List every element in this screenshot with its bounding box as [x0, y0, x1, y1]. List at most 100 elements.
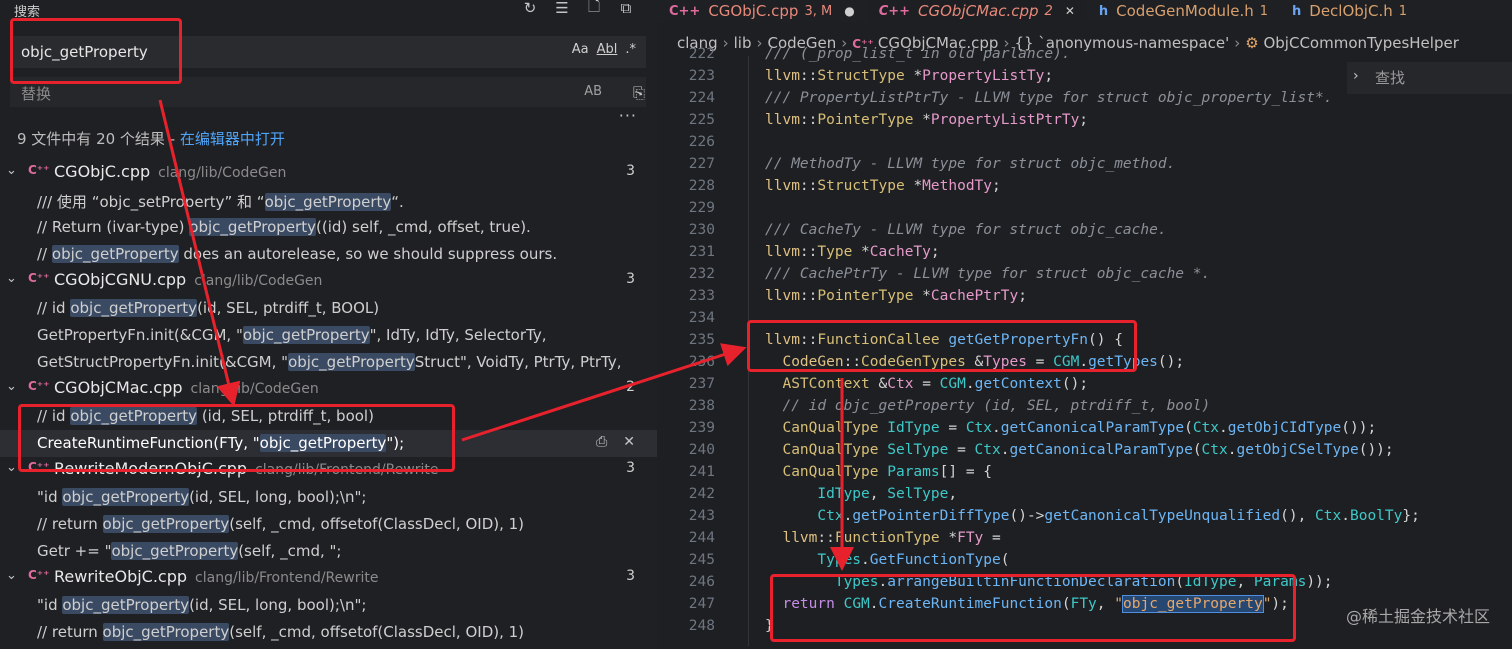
result-match-row[interactable]: "id objc_getProperty(id, SEL, long, bool… — [0, 592, 657, 619]
replace-icon[interactable]: ⎙ — [596, 434, 607, 450]
code-text[interactable]: // MethodTy - LLVM type for struct objc_… — [765, 156, 1175, 172]
code-line[interactable]: 232 /// CachePtrTy - LLVM type for struct… — [657, 266, 1512, 288]
result-match-text[interactable]: // objc_getProperty does an autorelease,… — [37, 245, 557, 263]
result-match-text[interactable]: // Return (ivar-type) objc_getProperty((… — [37, 218, 531, 236]
chevron-down-icon[interactable]: ⌄ — [6, 163, 17, 178]
result-match-row[interactable]: GetPropertyFn.init(&CGM, "objc_getProper… — [0, 322, 657, 349]
result-match-text[interactable]: "id objc_getProperty(id, SEL, long, bool… — [37, 488, 366, 506]
more-actions-icon[interactable]: ··· — [619, 106, 637, 125]
result-match-text[interactable]: Getr += "objc_getProperty(self, _cmd, "; — [37, 542, 341, 560]
code-text[interactable]: llvm::StructType *MethodTy; — [765, 178, 1001, 194]
code-text[interactable]: llvm::FunctionType *FTy = — [765, 530, 1000, 546]
result-match-text[interactable]: /// 使用 “objc_setProperty” 和 “objc_getPro… — [37, 191, 404, 212]
editor-tab[interactable]: h CodeGenModule.h 1 — [1087, 0, 1280, 22]
code-text[interactable]: // id objc_getProperty (id, SEL, ptrdiff… — [765, 398, 1210, 414]
regex-icon[interactable]: .* — [625, 42, 636, 57]
chevron-down-icon[interactable]: ⌄ — [6, 568, 17, 583]
modified-dot-icon[interactable]: ● — [844, 4, 854, 18]
code-text[interactable]: llvm::Type *CacheTy; — [765, 244, 940, 260]
result-file-row[interactable]: ⌄ C⁺⁺ CGObjCGNU.cpp clang/lib/CodeGen 3 — [0, 268, 657, 295]
code-text[interactable]: Types.GetFunctionType( — [765, 552, 1009, 568]
code-line[interactable]: 240 CanQualType SelType = Ctx.getCanonic… — [657, 442, 1512, 464]
code-text[interactable]: llvm::PointerType *PropertyListPtrTy; — [765, 112, 1088, 128]
result-file-name[interactable]: CGObjC.cpp clang/lib/CodeGen — [54, 162, 286, 181]
code-text[interactable]: CanQualType IdType = Ctx.getCanonicalPar… — [765, 420, 1376, 436]
code-line[interactable]: 238 // id objc_getProperty (id, SEL, ptr… — [657, 398, 1512, 420]
line-number: 237 — [688, 376, 715, 392]
match-whole-word-icon[interactable]: Abl — [597, 42, 618, 57]
close-icon[interactable]: ✕ — [623, 434, 635, 450]
result-match-row[interactable]: // id objc_getProperty(id, SEL, ptrdiff_… — [0, 295, 657, 322]
editor-tab[interactable]: h DeclObjC.h 1 — [1280, 0, 1419, 22]
code-line[interactable]: 239 CanQualType IdType = Ctx.getCanonica… — [657, 420, 1512, 442]
code-line[interactable]: 243 Ctx.getPointerDiffType()->getCanonic… — [657, 508, 1512, 530]
close-tab-icon[interactable]: ✕ — [1065, 4, 1075, 18]
code-line[interactable]: 231 llvm::Type *CacheTy; — [657, 244, 1512, 266]
code-line[interactable]: 229 — [657, 200, 1512, 222]
code-text[interactable]: ASTContext &Ctx = CGM.getContext(); — [765, 376, 1088, 392]
replace-all-icon[interactable]: ⎘ — [633, 84, 645, 102]
code-text[interactable]: CanQualType Params[] = { — [765, 464, 992, 480]
result-match-text[interactable]: // return objc_getProperty(self, _cmd, o… — [37, 515, 524, 533]
editor-tab[interactable]: C++ CGObjC.cpp 3, M ● — [657, 0, 867, 22]
result-match-row[interactable]: Getr += "objc_getProperty(self, _cmd, "; — [0, 538, 657, 565]
code-text[interactable]: /// (_prop_list_t in old parlance). — [765, 46, 1071, 62]
clear-results-icon[interactable]: ☰ — [551, 0, 573, 19]
refresh-icon[interactable]: ↻ — [519, 0, 541, 19]
code-text[interactable]: /// CacheTy - LLVM type for struct objc_… — [765, 222, 1167, 238]
tab-file-name[interactable]: CGObjCMac.cpp — [918, 2, 1039, 20]
code-text[interactable]: CanQualType SelType = Ctx.getCanonicalPa… — [765, 442, 1393, 458]
result-match-row[interactable]: // return objc_getProperty(self, _cmd, o… — [0, 619, 657, 646]
code-text[interactable]: Ctx.getPointerDiffType()->getCanonicalTy… — [765, 508, 1419, 524]
result-match-row[interactable]: // return objc_getProperty(self, _cmd, o… — [0, 511, 657, 538]
code-line[interactable]: 225 llvm::PointerType *PropertyListPtrTy; — [657, 112, 1512, 134]
result-file-name[interactable]: CGObjCGNU.cpp clang/lib/CodeGen — [54, 270, 322, 289]
collapse-all-icon[interactable]: ⧉ — [615, 0, 637, 19]
code-line[interactable]: 241 CanQualType Params[] = { — [657, 464, 1512, 486]
preserve-case-icon[interactable]: AB — [584, 84, 602, 99]
new-search-editor-icon[interactable]: 🗋 — [583, 0, 605, 19]
tab-file-name[interactable]: CodeGenModule.h — [1116, 2, 1254, 20]
code-text[interactable]: llvm::PointerType *CachePtrTy; — [765, 288, 1027, 304]
chevron-down-icon[interactable]: ⌄ — [6, 460, 17, 475]
code-line[interactable]: 228 llvm::StructType *MethodTy; — [657, 178, 1512, 200]
chevron-down-icon[interactable]: ⌄ — [6, 271, 17, 286]
code-text[interactable]: llvm::StructType *PropertyListTy; — [765, 68, 1053, 84]
result-file-row[interactable]: ⌄ C⁺⁺ CGObjCMac.cpp clang/lib/CodeGen 2 — [0, 376, 657, 403]
code-text[interactable]: IdType, SelType, — [765, 486, 957, 502]
editor-tab[interactable]: C++ CGObjCMac.cpp 2 ✕ — [866, 0, 1087, 22]
result-file-name[interactable]: RewriteObjC.cpp clang/lib/Frontend/Rewrit… — [54, 567, 378, 586]
result-file-name[interactable]: CGObjCMac.cpp clang/lib/CodeGen — [54, 378, 319, 397]
code-line[interactable]: 233 llvm::PointerType *CachePtrTy; — [657, 288, 1512, 310]
result-match-text[interactable]: GetPropertyFn.init(&CGM, "objc_getProper… — [37, 326, 546, 344]
match-case-icon[interactable]: Aa — [572, 42, 589, 57]
chevron-right-icon[interactable]: › — [1353, 68, 1359, 84]
result-match-row[interactable]: /// 使用 “objc_setProperty” 和 “objc_getPro… — [0, 187, 657, 214]
code-line[interactable]: 226 — [657, 134, 1512, 156]
result-match-row[interactable]: // objc_getProperty does an autorelease,… — [0, 241, 657, 268]
result-file-row[interactable]: ⌄ C⁺⁺ RewriteObjC.cpp clang/lib/Frontend/Re… — [0, 565, 657, 592]
result-match-row[interactable]: GetStructPropertyFn.init(&CGM, "objc_get… — [0, 349, 657, 376]
code-line[interactable]: 227 // MethodTy - LLVM type for struct ob… — [657, 156, 1512, 178]
result-match-text[interactable]: // id objc_getProperty(id, SEL, ptrdiff_… — [37, 299, 379, 317]
tab-file-name[interactable]: CGObjC.cpp — [708, 2, 798, 20]
code-line[interactable]: 237 ASTContext &Ctx = CGM.getContext(); — [657, 376, 1512, 398]
open-in-editor-link[interactable]: 在编辑器中打开 — [180, 130, 285, 148]
result-match-text[interactable]: // return objc_getProperty(self, _cmd, o… — [37, 623, 524, 641]
result-match-text[interactable]: "id objc_getProperty(id, SEL, long, bool… — [37, 596, 366, 614]
chevron-down-icon[interactable]: ⌄ — [6, 379, 17, 394]
result-file-row[interactable]: ⌄ C⁺⁺ CGObjC.cpp clang/lib/CodeGen 3 — [0, 160, 657, 187]
result-match-text[interactable]: GetStructPropertyFn.init(&CGM, "objc_get… — [37, 353, 622, 371]
find-widget[interactable]: › 查找 — [1347, 62, 1512, 94]
code-text[interactable]: /// CachePtrTy - LLVM type for struct ob… — [765, 266, 1210, 282]
tab-file-name[interactable]: DeclObjC.h — [1309, 2, 1392, 20]
code-text[interactable]: /// PropertyListPtrTy - LLVM type for st… — [765, 90, 1332, 106]
result-match-row[interactable]: "id objc_getProperty(id, SEL, long, bool… — [0, 484, 657, 511]
search-highlight: objc_getProperty — [62, 596, 190, 614]
result-match-row[interactable]: // Return (ivar-type) objc_getProperty((… — [0, 214, 657, 241]
find-input[interactable]: 查找 — [1375, 67, 1405, 88]
code-line[interactable]: 242 IdType, SelType, — [657, 486, 1512, 508]
code-line[interactable]: 244 llvm::FunctionType *FTy = — [657, 530, 1512, 552]
code-line[interactable]: 245 Types.GetFunctionType( — [657, 552, 1512, 574]
code-line[interactable]: 230 /// CacheTy - LLVM type for struct ob… — [657, 222, 1512, 244]
